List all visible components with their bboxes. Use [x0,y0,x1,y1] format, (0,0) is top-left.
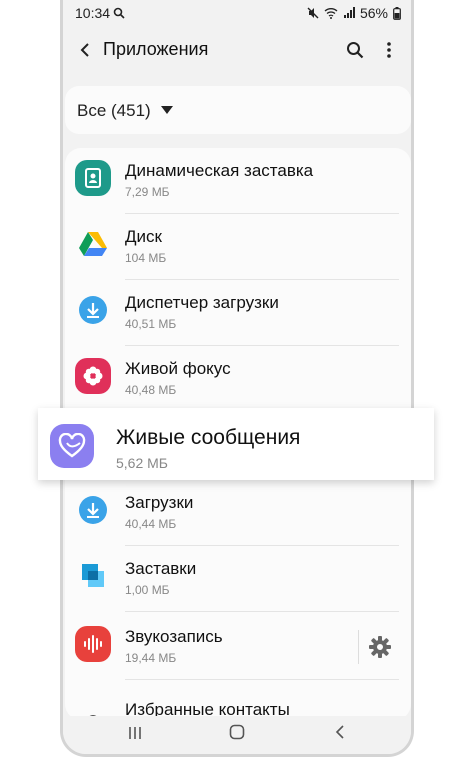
app-size: 104 МБ [125,251,167,265]
live-focus-icon [75,358,111,394]
status-time: 10:34 [75,5,111,21]
search-button[interactable] [341,36,369,64]
app-size: 40,48 МБ [125,383,177,397]
app-bar: Приложения [63,28,411,72]
nav-back-icon [335,725,344,739]
phone-frame: 10:34 56% Приложения Все (451) Динамичес… [60,0,414,757]
list-item[interactable]: Динамическая заставка 7,29 МБ [65,148,411,214]
home-button[interactable] [229,724,245,745]
more-options-button[interactable] [375,36,403,64]
nav-back-button[interactable] [335,724,345,745]
home-icon [229,724,245,740]
download-manager-icon [75,292,111,328]
screensavers-icon [75,558,111,594]
app-size: 5,62 МБ [116,455,168,471]
app-name: Живые сообщения [116,426,301,449]
app-name: Загрузки [125,493,194,512]
more-vertical-icon [387,42,391,58]
app-name: Диспетчер загрузки [125,293,279,312]
back-button[interactable] [71,36,99,64]
search-icon [347,42,364,59]
list-item[interactable]: Избранные контакты [65,684,411,720]
list-item[interactable]: Диск 104 МБ [65,214,411,280]
app-name: Заставки [125,559,197,578]
search-notification-icon [113,7,125,19]
app-name: Диск [125,227,162,246]
live-message-icon [50,424,94,468]
app-name: Динамическая заставка [125,161,314,180]
app-size: 19,44 МБ [125,651,177,665]
gear-icon [369,636,391,658]
divider [125,679,399,680]
recent-apps-button[interactable] [127,724,143,745]
back-arrow-icon [80,43,89,57]
battery-percent: 56% [359,5,388,21]
list-item[interactable]: Диспетчер загрузки 40,51 МБ [65,280,411,346]
list-item[interactable]: Загрузки 40,44 МБ [65,480,411,546]
filter-label: Все (451) [77,101,151,120]
google-drive-icon [75,226,111,262]
app-size: 7,29 МБ [125,185,170,199]
dynamic-lockscreen-icon [75,160,111,196]
battery-icon [393,6,401,20]
list-item[interactable]: Живой фокус 40,48 МБ [65,346,411,412]
list-item[interactable]: Звукозапись 19,44 МБ [65,614,411,680]
mute-icon [307,7,319,19]
app-size: 40,44 МБ [125,517,177,531]
recent-apps-icon [129,727,141,739]
app-name: Звукозапись [125,627,223,646]
app-size: 1,00 МБ [125,583,170,597]
status-bar: 10:34 56% [63,0,411,26]
wifi-icon [324,8,338,19]
list-item[interactable]: Заставки 1,00 МБ [65,546,411,612]
page-title: Приложения [103,39,209,59]
highlighted-list-item[interactable]: Живые сообщения 5,62 МБ [38,408,434,480]
voice-recorder-icon [75,626,111,662]
dropdown-triangle-icon [161,106,173,114]
app-filter-dropdown[interactable]: Все (451) [65,86,411,134]
status-icons: 56% [307,5,401,21]
navigation-bar [63,716,411,754]
divider [125,611,399,612]
app-size: 40,51 МБ [125,317,177,331]
app-name: Живой фокус [125,359,231,378]
signal-icon [343,7,355,18]
app-settings-button[interactable] [358,630,401,664]
downloads-icon [75,492,111,528]
